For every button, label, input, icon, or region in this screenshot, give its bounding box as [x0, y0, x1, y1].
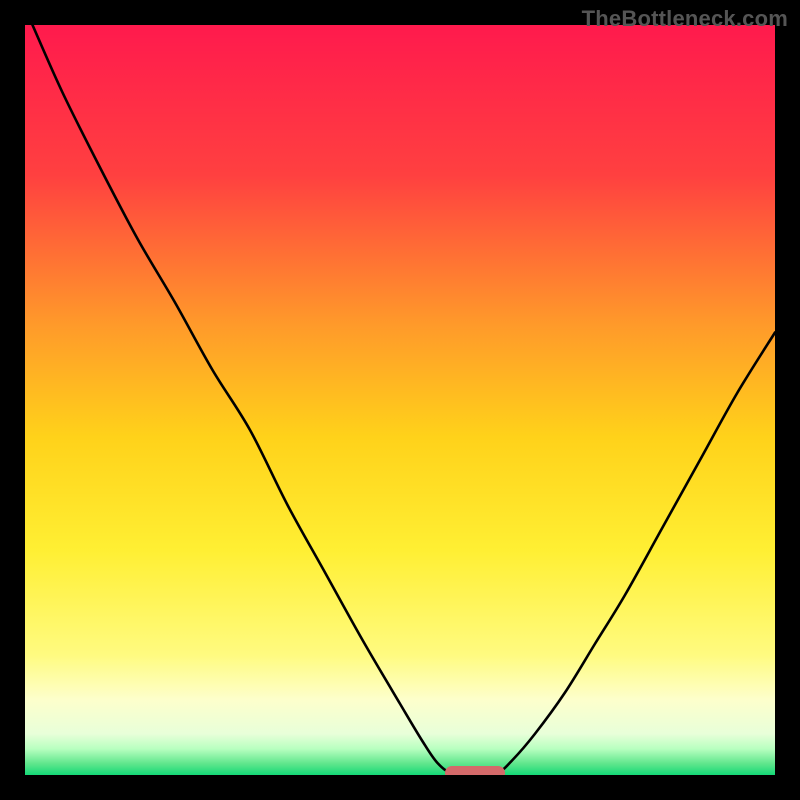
- bottleneck-chart: [25, 25, 775, 775]
- optimal-marker: [445, 766, 505, 775]
- gradient-background: [25, 25, 775, 775]
- watermark-text: TheBottleneck.com: [582, 6, 788, 32]
- chart-frame: TheBottleneck.com: [0, 0, 800, 800]
- plot-area: [25, 25, 775, 775]
